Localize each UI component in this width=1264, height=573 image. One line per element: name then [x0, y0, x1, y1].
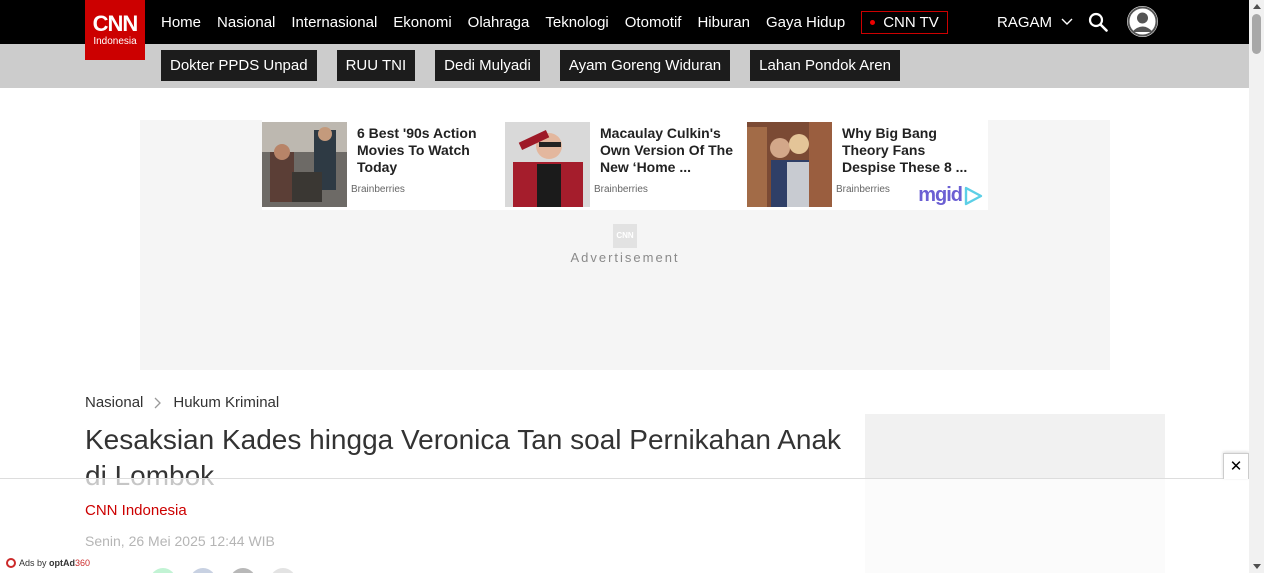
cnn-indonesia-logo[interactable]: CNN Indonesia [85, 0, 145, 60]
advertisement-label-block: CNN Advertisement [140, 224, 1110, 265]
main-nav: Home Nasional Internasional Ekonomi Olah… [153, 0, 956, 44]
page-scrollbar[interactable] [1249, 0, 1264, 573]
nav-item-otomotif[interactable]: Otomotif [625, 14, 682, 31]
ragam-label: RAGAM [997, 13, 1053, 31]
ad-thumbnail [747, 122, 832, 207]
breadcrumb-item[interactable]: Nasional [85, 394, 143, 411]
ad-thumbnail [262, 122, 347, 207]
chevron-right-icon [154, 397, 162, 408]
nav-item-gaya-hidup[interactable]: Gaya Hidup [766, 14, 845, 31]
trending-bar: Dokter PPDS Unpad RUU TNI Dedi Mulyadi A… [0, 44, 1249, 88]
ad-source: Brainberries [351, 184, 405, 195]
trending-tags: Dokter PPDS Unpad RUU TNI Dedi Mulyadi A… [161, 50, 920, 81]
ad-source: Brainberries [594, 184, 648, 195]
top-navbar: CNN Indonesia Home Nasional Internasiona… [0, 0, 1249, 60]
advertisement-label: Advertisement [570, 250, 680, 265]
trending-tag[interactable]: Ayam Goreng Widuran [559, 50, 731, 81]
trending-tag[interactable]: RUU TNI [336, 50, 416, 81]
ragam-dropdown[interactable]: RAGAM [997, 0, 1073, 44]
ad-title: Macaulay Culkin's Own Version Of The New… [600, 125, 734, 175]
ad-title: Why Big Bang Theory Fans Despise These 8… [842, 125, 968, 175]
scrollbar-thumb[interactable] [1252, 14, 1261, 54]
nav-item-teknologi[interactable]: Teknologi [545, 14, 608, 31]
search-icon[interactable] [1088, 12, 1108, 32]
mgid-logo[interactable]: mgid [918, 184, 984, 207]
live-dot-icon [870, 19, 876, 25]
optad-ring-icon [6, 558, 16, 568]
trending-tag[interactable]: Dedi Mulyadi [435, 50, 540, 81]
nav-item-ekonomi[interactable]: Ekonomi [393, 14, 451, 31]
nav-item-olahraga[interactable]: Olahraga [468, 14, 530, 31]
nav-item-nasional[interactable]: Nasional [217, 14, 275, 31]
logo-mark: CNN [92, 11, 139, 36]
scroll-down-arrow-icon[interactable] [1253, 564, 1261, 569]
mgid-logo-text: mgid [918, 184, 963, 206]
sponsored-widget: 6 Best '90s Action Movies To Watch Today… [262, 120, 988, 210]
cnn-tv-button[interactable]: CNN TV [861, 10, 948, 34]
sticky-bottom-ad [0, 478, 1249, 573]
scroll-up-arrow-icon[interactable] [1253, 4, 1261, 9]
trending-tag[interactable]: Lahan Pondok Aren [750, 50, 900, 81]
chevron-down-icon [1061, 18, 1073, 25]
article-author[interactable]: CNN Indonesia [85, 502, 187, 519]
nav-item-internasional[interactable]: Internasional [291, 14, 377, 31]
cnn-tv-label: CNN TV [883, 13, 939, 31]
nav-item-hiburan[interactable]: Hiburan [697, 14, 750, 31]
advertisement-area: 6 Best '90s Action Movies To Watch Today… [140, 120, 1110, 370]
ads-credit[interactable]: Ads by optAd 360 [6, 558, 90, 568]
article-date: Senin, 26 Mei 2025 12:44 WIB [85, 533, 275, 549]
profile-avatar-icon[interactable] [1127, 6, 1158, 37]
ad-choices-play-icon [964, 186, 983, 205]
cnn-placeholder-logo: CNN [613, 224, 637, 248]
breadcrumb: Nasional Hukum Kriminal [85, 394, 279, 411]
trending-tag[interactable]: Dokter PPDS Unpad [161, 50, 317, 81]
ads-credit-number: 360 [75, 558, 91, 568]
breadcrumb-item[interactable]: Hukum Kriminal [173, 394, 279, 411]
nav-item-home[interactable]: Home [161, 14, 201, 31]
ad-title: 6 Best '90s Action Movies To Watch Today [357, 125, 477, 175]
close-icon[interactable]: ✕ [1223, 453, 1249, 479]
ads-credit-prefix: Ads by [19, 558, 47, 568]
ads-credit-brand: optAd [49, 558, 76, 568]
logo-subtitle: Indonesia [93, 36, 137, 47]
ad-thumbnail [505, 122, 590, 207]
ad-source: Brainberries [836, 184, 890, 195]
sponsored-card[interactable]: Macaulay Culkin's Own Version Of The New… [505, 122, 745, 208]
sponsored-card[interactable]: 6 Best '90s Action Movies To Watch Today… [262, 122, 502, 208]
